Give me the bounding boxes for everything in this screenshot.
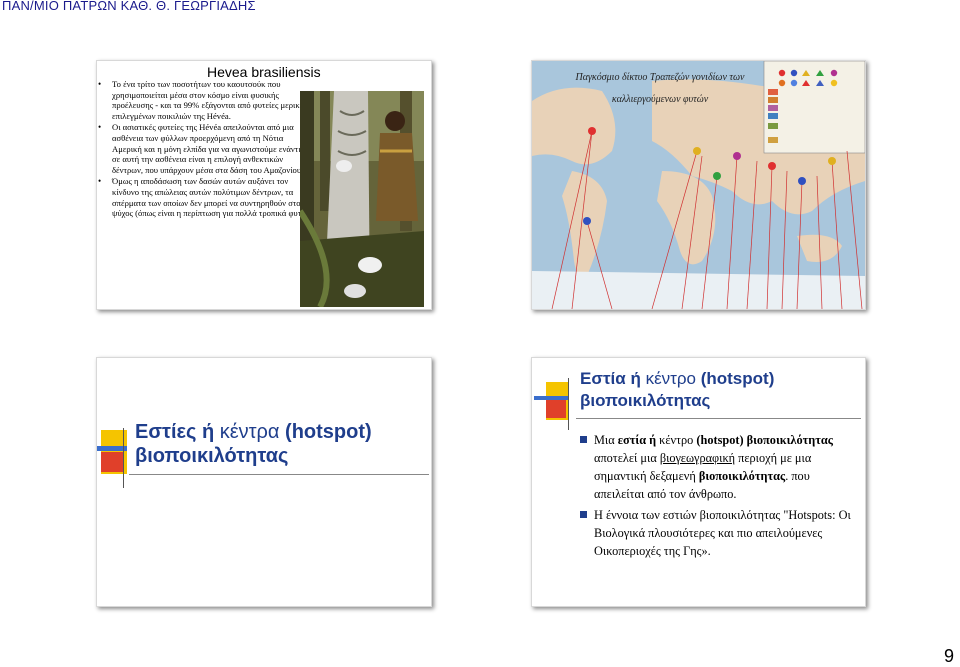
bullet-item: • Οι ασιατικές φυτείες της Hévéa απειλούν… bbox=[98, 122, 306, 175]
document-header: ΠΑΝ/ΜΙΟ ΠΑΤΡΩΝ ΚΑΘ. Θ. ΓΕΩΡΓΙΑΔΗΣ bbox=[2, 0, 256, 13]
red-accent-block bbox=[101, 452, 123, 472]
bullet-dot-icon: • bbox=[98, 79, 102, 89]
vertical-divider bbox=[123, 428, 124, 488]
red-accent-block bbox=[546, 400, 566, 418]
slide-hevea: Hevea brasiliensis • Το ένα τρίτο των ποσ… bbox=[96, 60, 432, 310]
slide-title: Εστίες ή κέντρα (hotspot) βιοποικιλότητα… bbox=[135, 421, 372, 467]
bullet-list: • Το ένα τρίτο των ποσοτήτων του καουτσού… bbox=[97, 79, 311, 220]
vertical-divider bbox=[568, 378, 569, 430]
rubber-tapping-photo bbox=[300, 91, 424, 307]
page-number: 9 bbox=[943, 646, 954, 666]
bullet-item: • Όμως η αποδάσωση των δασών αυτών αυξάνε… bbox=[98, 176, 311, 219]
horizontal-divider bbox=[576, 418, 861, 419]
bullet-item: Η έννοια των εστιών βιοποικιλότητας "Hot… bbox=[572, 506, 862, 560]
biogeography-link[interactable]: βιογεωγραφική bbox=[660, 451, 735, 465]
slide-gene-bank-map: Παγκόσμιο δίκτυο Τραπεζών γονιδίων των κ… bbox=[531, 60, 866, 310]
slide-body: Μια εστία ή κέντρο (hotspot) βιοποικιλότ… bbox=[572, 431, 862, 563]
slide-title: Hevea brasiliensis bbox=[207, 64, 321, 80]
horizontal-divider bbox=[129, 474, 429, 475]
bullet-item: • Το ένα τρίτο των ποσοτήτων του καουτσού… bbox=[98, 79, 310, 121]
slide-hotspot-definition: Εστία ή κέντρο (hotspot) βιοποικιλότητας… bbox=[531, 357, 866, 607]
square-bullet-icon bbox=[580, 511, 587, 518]
square-bullet-icon bbox=[580, 436, 587, 443]
blue-accent-bar bbox=[534, 396, 568, 400]
slide-title: Παγκόσμιο δίκτυο Τραπεζών γονιδίων των κ… bbox=[575, 72, 745, 105]
bullet-item: Μια εστία ή κέντρο (hotspot) βιοποικιλότ… bbox=[572, 431, 862, 503]
slide-hotspots-title: Εστίες ή κέντρα (hotspot) βιοποικιλότητα… bbox=[96, 357, 432, 607]
slide-title: Εστία ή κέντρο (hotspot) βιοποικιλότητας bbox=[580, 369, 775, 410]
bullet-dot-icon: • bbox=[98, 122, 102, 133]
bullet-dot-icon: • bbox=[98, 176, 102, 187]
